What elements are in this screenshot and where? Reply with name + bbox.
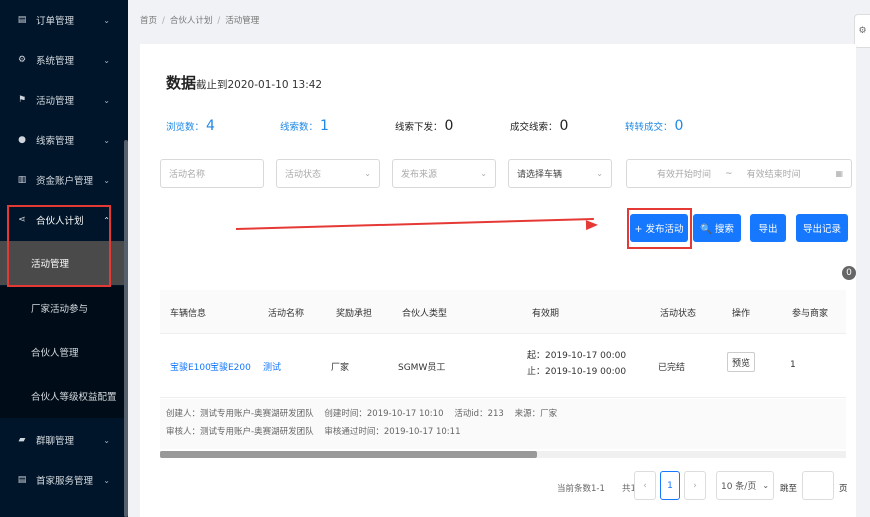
annotation-highlight-box — [7, 205, 111, 287]
sidebar-item-label: 群聊管理 — [36, 436, 75, 447]
table-horizontal-scrollbar[interactable] — [160, 451, 846, 458]
sidebar-item-leads[interactable]: ● 线索管理 ⌄ — [0, 120, 124, 160]
page-1-button[interactable]: 1 — [660, 471, 680, 500]
vehicle-link[interactable]: 宝骏E100 — [170, 360, 211, 373]
publish-source-select[interactable]: 发布来源 ⌄ — [392, 159, 496, 188]
search-button[interactable]: 🔍 搜索 — [693, 214, 741, 242]
folder-icon: ▰ — [18, 435, 26, 445]
scrollbar-thumb[interactable] — [160, 451, 537, 458]
breadcrumb-home[interactable]: 首页 — [140, 16, 157, 26]
chevron-down-icon: ⌄ — [103, 55, 110, 65]
validity-date-range[interactable]: 有效开始时间 ~ 有效结束时间 ▦ — [626, 159, 852, 188]
sidebar-item-system[interactable]: ⚙ 系统管理 ⌄ — [0, 40, 124, 80]
chevron-down-icon: ⌄ — [103, 475, 110, 485]
settings-icon: ⚙ — [858, 26, 867, 36]
side-drawer-tab[interactable]: ⚙ — [854, 14, 870, 48]
vehicle-select[interactable]: 请选择车辆 ⌄ — [508, 159, 612, 188]
sidebar-item-label: 线索管理 — [36, 136, 75, 147]
export-button[interactable]: 导出 — [750, 214, 786, 242]
page-size-select[interactable]: 10 条/页 ⌄ — [716, 471, 774, 500]
sidebar-item-funds[interactable]: ▥ 资金账户管理 ⌄ — [0, 160, 124, 200]
prev-page-button[interactable]: ‹ — [634, 471, 656, 500]
breadcrumb: 首页 / 合伙人计划 / 活动管理 — [140, 16, 260, 26]
sidebar-subitem-partner-manage[interactable]: 合伙人管理 — [0, 330, 124, 374]
stat-views: 浏览数： 4 — [166, 118, 215, 134]
gear-icon: ⚙ — [17, 55, 27, 65]
chevron-down-icon: ⌄ — [596, 169, 603, 178]
table-header: 车辆信息 活动名称 奖励承担 合伙人类型 有效期 活动状态 操作 参与商家 — [160, 290, 846, 334]
dot-icon: ● — [18, 135, 26, 145]
jump-page-input[interactable] — [802, 471, 834, 500]
stat-conversions: 转转成交： 0 — [625, 118, 684, 134]
sidebar-subitem-partner-level[interactable]: 合伙人等级权益配置 — [0, 374, 124, 418]
export-log-button[interactable]: 导出记录 — [796, 214, 848, 242]
preview-button[interactable]: 预览 — [727, 352, 755, 372]
flag-icon: ⚑ — [17, 95, 27, 105]
sidebar-item-group-chat[interactable]: ▰ 群聊管理 ⌄ — [0, 420, 124, 460]
activity-status-select[interactable]: 活动状态 ⌄ — [276, 159, 380, 188]
breadcrumb-activity: 活动管理 — [225, 16, 260, 26]
document-icon: ▤ — [17, 475, 27, 485]
vehicle-link[interactable]: 宝骏E200 — [210, 360, 251, 373]
annotation-arrow-head — [585, 219, 599, 231]
status-text: 已完结 — [658, 363, 686, 373]
sidebar-subitem-label: 厂家活动参与 — [31, 304, 89, 315]
sidebar-subitem-label: 合伙人等级权益配置 — [31, 392, 117, 403]
document-icon: ▤ — [17, 15, 27, 25]
sidebar-item-label: 活动管理 — [36, 96, 75, 107]
next-page-button[interactable]: › — [684, 471, 706, 500]
content-card: 数据 截止到2020-01-10 13:42 浏览数： 4 线索数： 1 线索下发：… — [140, 44, 856, 517]
chevron-down-icon: ⌄ — [103, 95, 110, 105]
annotation-arrow — [235, 218, 594, 230]
jump-label: 跳至 — [780, 484, 798, 494]
row-meta: 创建人：测试专用账户-奥赛湖研发团队 创建时间：2019-10-17 10:10… — [160, 399, 846, 449]
sidebar-item-label: 首家服务管理 — [36, 476, 94, 487]
activity-name-link[interactable]: 测试 — [263, 360, 281, 373]
page-unit-label: 页 — [839, 484, 848, 494]
pagination-range: 当前条数1-1 — [557, 484, 605, 494]
calendar-icon: ▦ — [835, 169, 843, 178]
stat-leads: 线索数： 1 — [280, 118, 329, 134]
sidebar-item-label: 资金账户管理 — [36, 176, 94, 187]
annotation-highlight-box — [627, 208, 692, 249]
sidebar-item-activities[interactable]: ⚑ 活动管理 ⌄ — [0, 80, 124, 120]
chevron-down-icon: ⌄ — [364, 169, 371, 178]
chevron-down-icon: ⌄ — [480, 169, 487, 178]
sidebar-item-service[interactable]: ▤ 首家服务管理 ⌄ — [0, 460, 124, 500]
chevron-down-icon: ⌄ — [762, 481, 770, 490]
sidebar-item-orders[interactable]: ▤ 订单管理 ⌄ — [0, 0, 124, 40]
sidebar-subitem-label: 合伙人管理 — [31, 348, 79, 359]
chevron-down-icon: ⌄ — [103, 135, 110, 145]
breadcrumb-partner-plan[interactable]: 合伙人计划 — [170, 16, 213, 26]
count-badge: 0 — [842, 266, 856, 280]
page-title: 数据 — [166, 74, 197, 92]
sidebar-subitem-factory-activity[interactable]: 厂家活动参与 — [0, 286, 124, 330]
chevron-down-icon: ⌄ — [103, 435, 110, 445]
bank-icon: ▥ — [17, 175, 27, 185]
page-subtitle: 截止到2020-01-10 13:42 — [196, 79, 323, 91]
activity-name-input[interactable]: 活动名称 — [160, 159, 264, 188]
stat-leads-closed: 成交线索： 0 — [510, 118, 569, 134]
main-content: 首页 / 合伙人计划 / 活动管理 ⚙ 数据 截止到2020-01-10 13:42 浏… — [128, 0, 870, 517]
chevron-down-icon: ⌄ — [103, 15, 110, 25]
chevron-down-icon: ⌄ — [103, 175, 110, 185]
stat-leads-dispatched: 线索下发： 0 — [395, 118, 454, 134]
table-row: 宝骏E100 宝骏E200 测试 厂家 SGMW员工 起：2019-10-17 … — [160, 334, 846, 398]
sidebar-item-label: 系统管理 — [36, 56, 75, 67]
sidebar-item-label: 订单管理 — [36, 16, 75, 27]
